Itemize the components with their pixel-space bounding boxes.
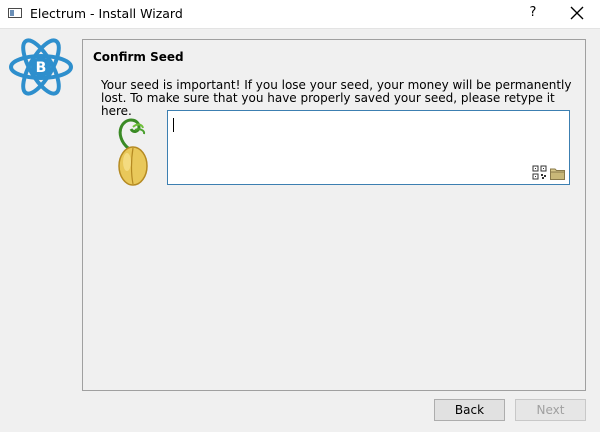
back-button[interactable]: Back — [434, 399, 505, 421]
folder-icon[interactable] — [550, 167, 565, 180]
window-title: Electrum - Install Wizard — [30, 6, 183, 21]
next-button[interactable]: Next — [515, 399, 586, 421]
svg-text:B: B — [36, 60, 47, 76]
text-caret — [173, 118, 174, 132]
close-icon[interactable] — [568, 4, 586, 22]
app-window-icon — [8, 8, 22, 18]
page-title: Confirm Seed — [93, 50, 184, 64]
wizard-panel: Confirm Seed Your seed is important! If … — [82, 39, 586, 391]
seed-text-input[interactable] — [167, 110, 570, 185]
help-button[interactable]: ? — [526, 5, 540, 23]
electrum-logo-icon: B — [9, 38, 73, 96]
seed-sprout-icon — [118, 118, 148, 186]
qr-code-icon[interactable] — [532, 165, 547, 180]
title-bar: Electrum - Install Wizard ? — [0, 0, 600, 29]
